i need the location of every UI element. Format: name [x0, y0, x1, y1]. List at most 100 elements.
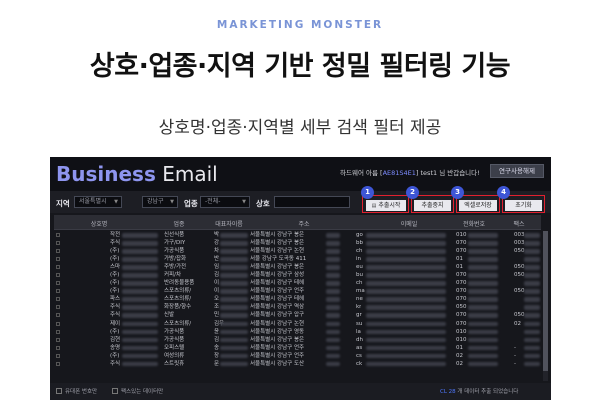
redacted-block [524, 233, 540, 238]
column-header[interactable]: 이메일 [394, 219, 424, 228]
table-cell-email: bb [356, 240, 363, 247]
table-row[interactable]: (주) 가공식품 차 서울특별시 강남구 논현 ch 070 050 [54, 247, 541, 255]
column-header[interactable]: 업종 [164, 219, 194, 228]
table-cell-address: 서울특별시 강남구 논현 [250, 248, 305, 255]
redacted-block [122, 241, 158, 246]
company-input[interactable] [274, 196, 350, 208]
table-cell-fax: 003 [514, 232, 525, 238]
redacted-block [524, 249, 540, 254]
table-cell-address: 서울특별시 강남구 언주 [250, 344, 305, 351]
table-row[interactable]: 송명 오피스텔 송 서울특별시 강남구 언주 as 01 - [54, 344, 541, 352]
table-cell-phone: 01 [456, 344, 463, 351]
table-cell-phone: 02 [456, 360, 463, 367]
region-select[interactable]: 서울특별시 ▼ [74, 196, 122, 208]
row-checkbox[interactable] [56, 361, 60, 366]
table-cell-address: 서울특별시 강남구 언주 [250, 288, 305, 295]
table-cell-phone: 010 [456, 328, 467, 335]
start-extract-button[interactable]: ▤ 추출시작 [366, 200, 406, 211]
row-checkbox[interactable] [56, 313, 60, 318]
table-cell-rep: 김 [214, 272, 220, 279]
mobile-only-label: 유대폰 번호만 [65, 389, 98, 395]
table-cell-rep: 송 [214, 344, 220, 351]
table-cell-email: gr [356, 312, 362, 319]
table-row[interactable]: 주식 가구/DIY 강 서울특별시 강남구 봉은 bb 070 003 [54, 239, 541, 247]
vertical-scrollbar[interactable] [543, 231, 548, 381]
redacted-block [524, 257, 540, 262]
redacted-block [220, 329, 248, 335]
table-row[interactable]: (주) 여성의류 장 서울특별시 강남구 언주 cs 02 - [54, 352, 541, 360]
fax-only-checkbox[interactable] [112, 388, 118, 394]
redacted-block [220, 321, 248, 327]
table-cell-phone: 01 [456, 264, 463, 271]
table-row[interactable]: 주식 스트릿휴 문 서울특별시 강남구 도산 ck 02 - [54, 360, 541, 368]
redacted-block [366, 353, 446, 359]
table-row[interactable]: 파스 스포츠의류/오 서울특별시 강남구 테헤 ne 070 [54, 295, 541, 303]
table-row[interactable]: (주) 스포츠의류/이 서울특별시 강남구 언주 ma 070 050 [54, 287, 541, 295]
row-checkbox[interactable] [56, 321, 60, 326]
table-cell-industry: 스포츠의류/ [164, 320, 192, 327]
redacted-block [468, 233, 498, 238]
redacted-block [122, 265, 158, 270]
table-row[interactable]: (주) 반려동물용품 이 서울특별시 강남구 테헤 ch 070 [54, 279, 541, 287]
document-icon: ▤ [371, 203, 377, 209]
redacted-block [366, 241, 446, 246]
column-header[interactable]: 대표자이름 [204, 219, 254, 228]
column-header[interactable]: 전화번호 [454, 219, 494, 228]
redacted-block [468, 257, 498, 262]
row-checkbox[interactable] [56, 337, 60, 342]
table-row[interactable]: 주식 화장품/향수 조 서울특별시 강남구 역삼 kr 050 [54, 303, 541, 311]
redacted-block [524, 281, 540, 286]
redacted-block [326, 297, 340, 302]
industry-select[interactable]: -전체- ▼ [200, 196, 250, 208]
table-cell-name: 주식 [110, 312, 121, 319]
row-checkbox[interactable] [56, 257, 60, 262]
table-row[interactable]: 작전 신선식품 박 서울특별시 강남구 봉은 go 010 003 [54, 231, 541, 239]
redacted-block [122, 273, 158, 278]
scroll-thumb[interactable] [543, 231, 548, 371]
row-checkbox[interactable] [56, 233, 60, 237]
district-select[interactable]: 강남구 ▼ [142, 196, 178, 208]
row-checkbox[interactable] [56, 297, 60, 302]
table-row[interactable]: 김현 가공식품 김 서울특별시 강남구 봉은 dh 010 [54, 336, 541, 344]
table-cell-rep: 김 [214, 336, 220, 343]
redacted-block [326, 329, 340, 335]
table-row[interactable]: 스마 주방/가전 임 서울특별시 강남구 봉은 eu 01 050 [54, 263, 541, 271]
table-row[interactable]: (주) 가방/잡화 반 서울 강남구 도곡동 411 in 01 [54, 255, 541, 263]
row-checkbox[interactable] [56, 329, 60, 334]
mobile-only-checkbox[interactable] [56, 388, 62, 394]
redacted-block [220, 345, 248, 351]
redacted-block [366, 329, 446, 335]
row-checkbox[interactable] [56, 281, 60, 286]
row-checkbox[interactable] [56, 265, 60, 270]
row-checkbox[interactable] [56, 273, 60, 278]
reset-button[interactable]: 초기화 [505, 200, 542, 211]
row-checkbox[interactable] [56, 289, 60, 294]
redacted-block [524, 337, 540, 343]
save-excel-button[interactable]: 엑셀로저장 [459, 200, 497, 211]
row-checkbox[interactable] [56, 305, 60, 310]
table-row[interactable]: 제이스포츠의류/김우서울특별시 강남구 논현su07002 [54, 320, 541, 328]
row-checkbox[interactable] [56, 353, 60, 358]
table-row[interactable]: 주식 신발 민 서울특별시 강남구 압구 gr 070 050 [54, 311, 541, 319]
column-header[interactable]: 팩스 [504, 219, 534, 228]
redacted-block [326, 289, 340, 294]
table-cell-fax: - [514, 344, 516, 351]
redacted-block [220, 337, 248, 343]
unlock-button[interactable]: 연구사용해제 [490, 164, 544, 178]
row-checkbox[interactable] [56, 241, 60, 246]
stop-extract-button[interactable]: 추출중지 [414, 200, 451, 211]
table-row[interactable]: (주) 가공식품 윤 서울특별시 강남구 영동 la 010 [54, 328, 541, 336]
redacted-block [524, 273, 540, 278]
redacted-block [366, 233, 446, 238]
redacted-block [366, 273, 446, 278]
chevron-down-icon: ▼ [242, 199, 246, 205]
column-header[interactable]: 주소 [284, 219, 324, 228]
table-row[interactable]: (주) 커피/차 김 서울특별시 강남구 삼성 bu 070 050 [54, 271, 541, 279]
redacted-block [326, 321, 340, 327]
row-checkbox[interactable] [56, 345, 60, 350]
row-checkbox[interactable] [56, 249, 60, 254]
redacted-block [122, 289, 158, 294]
column-header[interactable]: 상호명 [74, 219, 124, 228]
redacted-block [122, 337, 158, 343]
user-greeting: 하드웨어 아름 [AE81S4E1] test1 님 반갑습니다! [340, 169, 480, 177]
